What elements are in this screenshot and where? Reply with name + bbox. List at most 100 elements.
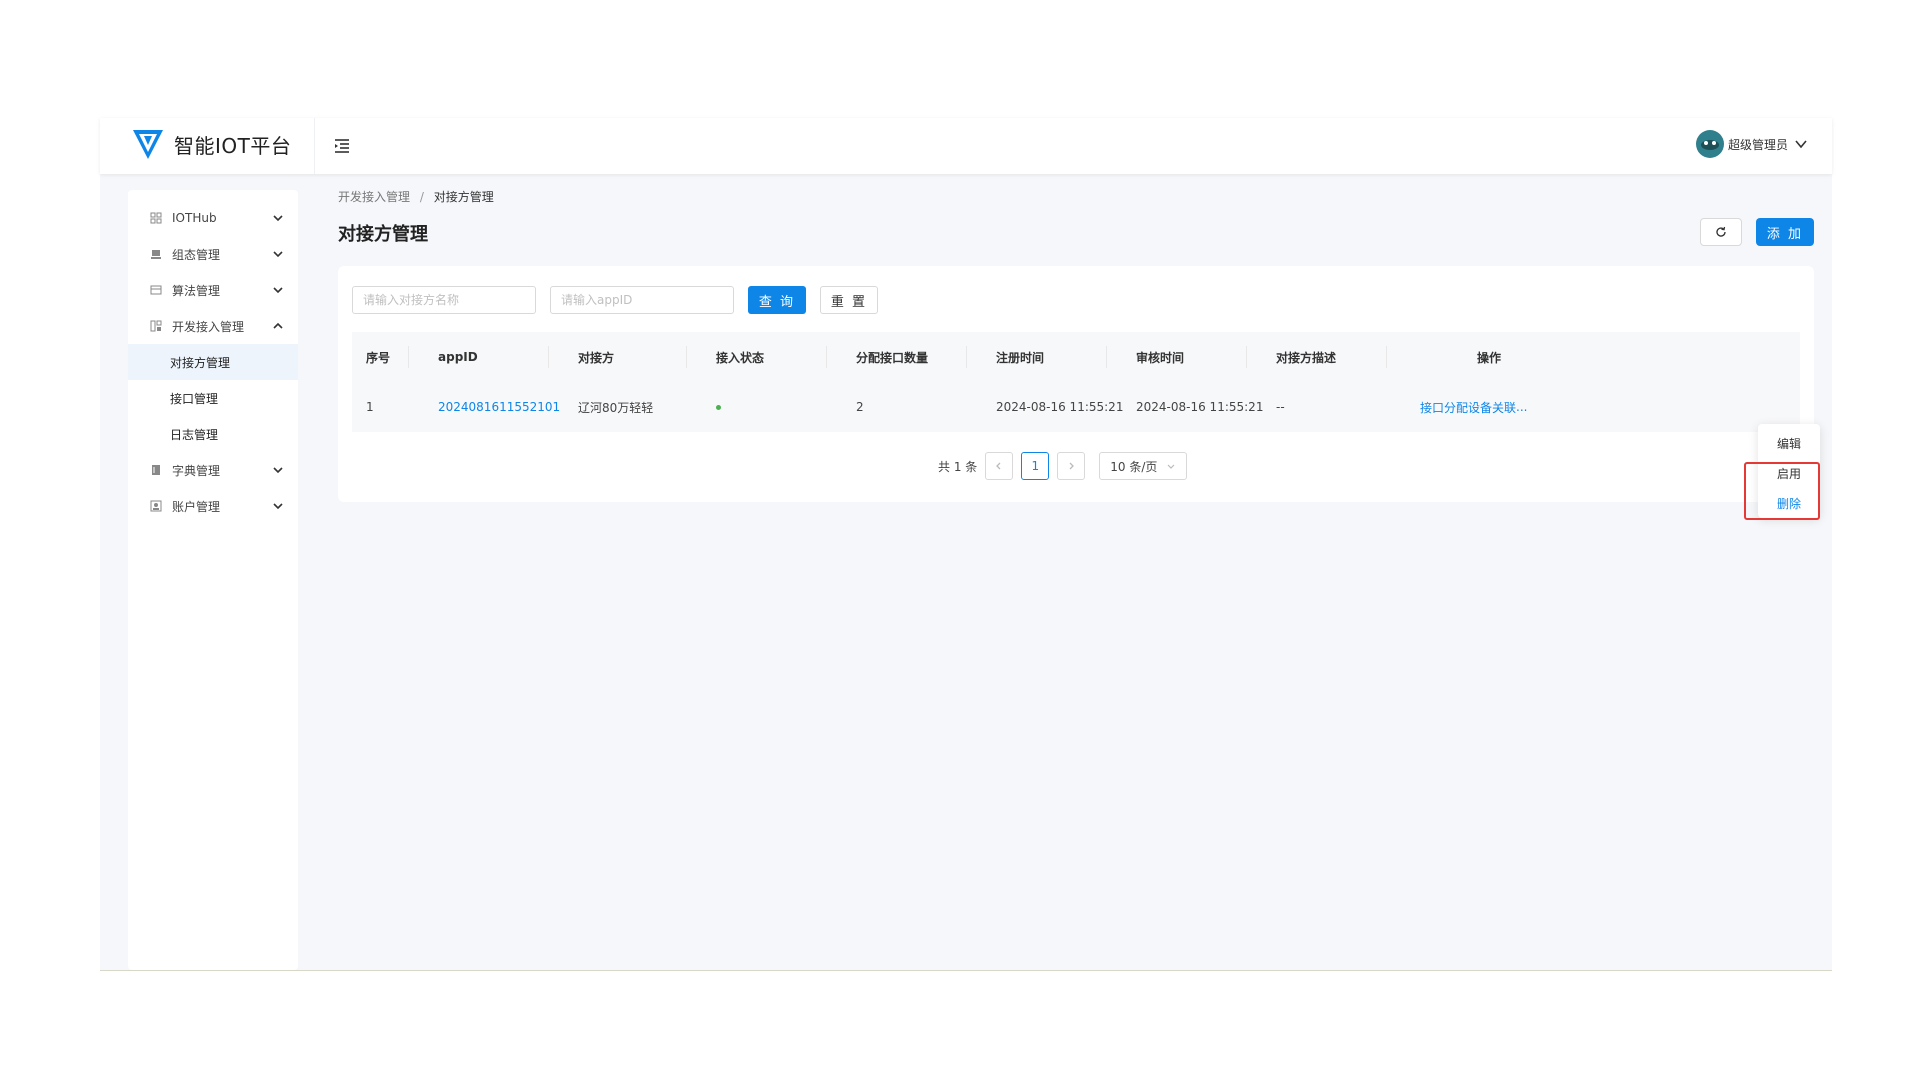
- sidebar-item-account[interactable]: 账户管理: [128, 488, 298, 524]
- sidebar-item-iothub[interactable]: IOTHub: [128, 200, 298, 236]
- delete-menu-item[interactable]: 删除: [1758, 490, 1820, 516]
- column-header: 分配接口数量: [856, 350, 929, 365]
- sidebar-item-label: 字典管理: [172, 463, 221, 478]
- assign-api-link[interactable]: 接口分配: [1420, 382, 1468, 432]
- monitor-icon: [151, 250, 161, 259]
- breadcrumb-parent[interactable]: 开发接入管理: [338, 190, 410, 204]
- user-name[interactable]: 超级管理员: [1728, 136, 1788, 153]
- refresh-button[interactable]: [1700, 218, 1742, 246]
- sidebar-subitem-label: 对接方管理: [170, 355, 231, 370]
- sidebar-subitem-partner[interactable]: 对接方管理: [128, 344, 298, 380]
- sidebar-item-algorithm[interactable]: 算法管理: [128, 272, 298, 308]
- avatar[interactable]: [1695, 130, 1724, 158]
- breadcrumb-separator: /: [419, 190, 424, 204]
- chevron-left-icon: [996, 462, 1001, 470]
- sidebar-item-configuration[interactable]: 组态管理: [128, 236, 298, 272]
- chevron-down-icon: [273, 251, 283, 258]
- sidebar-subitem-log[interactable]: 日志管理: [128, 416, 298, 452]
- pagination-total: 共 1 条: [938, 459, 978, 474]
- column-divider: [1386, 346, 1387, 368]
- chevron-down-icon: [273, 215, 283, 222]
- card-icon: [150, 285, 162, 295]
- column-header: 审核时间: [1136, 350, 1185, 365]
- sidebar-item-label: 组态管理: [172, 247, 221, 262]
- sidebar: IOTHub 组态管理 算法管理 开发接入管理 对接方管理 接口管理 日志管理: [128, 190, 298, 970]
- partner-name-search-input[interactable]: [352, 286, 536, 314]
- reset-button[interactable]: 重 置: [820, 286, 878, 314]
- chevron-down-icon[interactable]: [1794, 137, 1808, 151]
- breadcrumb: 开发接入管理 / 对接方管理: [338, 188, 494, 205]
- sidebar-item-label: 开发接入管理: [172, 319, 245, 334]
- column-header: 注册时间: [996, 350, 1045, 365]
- logo-icon: [133, 130, 163, 159]
- more-actions-dropdown: 编辑 启用 删除: [1758, 424, 1820, 518]
- sidebar-item-dev-access[interactable]: 开发接入管理: [128, 308, 298, 344]
- top-bar: 智能IOT平台 超级管理员: [100, 118, 1832, 174]
- app-title: 智能IOT平台: [174, 133, 292, 158]
- refresh-icon: [1716, 226, 1726, 237]
- cell-appid-link[interactable]: 2024081611552101: [438, 382, 560, 432]
- sidebar-subitem-label: 日志管理: [170, 427, 219, 442]
- cell-api-count: 2: [856, 400, 864, 414]
- enable-menu-item[interactable]: 启用: [1758, 460, 1820, 486]
- column-divider: [1106, 346, 1107, 368]
- column-header: 接入状态: [716, 350, 765, 365]
- column-divider: [1246, 346, 1247, 368]
- appid-search-input[interactable]: [550, 286, 734, 314]
- column-divider: [408, 346, 409, 368]
- cell-description: --: [1276, 400, 1285, 414]
- account-icon: [150, 500, 162, 512]
- prev-page-button[interactable]: [985, 452, 1014, 480]
- device-link-link[interactable]: 设备关联: [1468, 382, 1516, 432]
- sidebar-subitem-label: 接口管理: [170, 391, 219, 406]
- page-size-select[interactable]: 10 条/页: [1099, 452, 1188, 480]
- breadcrumb-current: 对接方管理: [433, 190, 494, 204]
- column-divider: [686, 346, 687, 368]
- grid-icon: [150, 212, 162, 224]
- book-icon: [152, 465, 160, 475]
- cell-status: [716, 382, 721, 432]
- page-size-value: 10 条/页: [1110, 459, 1158, 474]
- column-divider: [826, 346, 827, 368]
- content-card: 查 询 重 置 序号 appID 对接方 接入状态 分配接口数量 注册时间 审核…: [338, 266, 1814, 502]
- next-page-button[interactable]: [1057, 452, 1086, 480]
- divider: [100, 970, 1832, 971]
- chevron-up-icon: [273, 322, 283, 329]
- sidebar-subitem-api[interactable]: 接口管理: [128, 380, 298, 416]
- menu-fold-icon[interactable]: [332, 136, 352, 156]
- chevron-down-icon: [273, 467, 283, 474]
- sidebar-item-label: 账户管理: [172, 499, 221, 514]
- cell-partner: 辽河80万轻轻: [578, 400, 654, 415]
- cell-index: 1: [366, 400, 374, 414]
- column-header: appID: [438, 350, 478, 364]
- column-header: 对接方描述: [1276, 350, 1337, 365]
- table-header: 序号 appID 对接方 接入状态 分配接口数量 注册时间 审核时间 对接方描述…: [352, 332, 1800, 382]
- app-shell: 智能IOT平台 超级管理员 IOTHub 组态管理 算法管理 开发接入管理 对接…: [100, 118, 1832, 970]
- logo: 智能IOT平台: [130, 126, 291, 162]
- cell-register-time: 2024-08-16 11:55:21: [996, 400, 1124, 414]
- page-number-button[interactable]: 1: [1021, 452, 1050, 480]
- edit-menu-item[interactable]: 编辑: [1758, 430, 1820, 456]
- sidebar-item-label: 算法管理: [172, 283, 221, 298]
- column-divider: [966, 346, 967, 368]
- chevron-down-icon: [1167, 464, 1175, 469]
- column-header: 操作: [1477, 350, 1502, 365]
- add-button[interactable]: 添 加: [1756, 218, 1814, 246]
- sidebar-item-dictionary[interactable]: 字典管理: [128, 452, 298, 488]
- divider: [314, 118, 315, 174]
- query-button[interactable]: 查 询: [748, 286, 806, 314]
- cell-review-time: 2024-08-16 11:55:21: [1136, 400, 1264, 414]
- sidebar-item-label: IOTHub: [172, 211, 217, 225]
- column-divider: [548, 346, 549, 368]
- chevron-right-icon: [1069, 462, 1075, 470]
- avatar-face-icon: [1700, 140, 1719, 150]
- dashboard-icon: [150, 320, 162, 332]
- table-row: 1 2024081611552101 辽河80万轻轻 2 2024-08-16 …: [352, 382, 1800, 432]
- status-on-icon: [716, 404, 721, 410]
- page-title: 对接方管理: [338, 224, 428, 245]
- user-menu[interactable]: 超级管理员: [1695, 130, 1808, 158]
- column-header: 对接方: [578, 350, 615, 365]
- more-actions-button[interactable]: ...: [1516, 382, 1527, 432]
- pagination: 共 1 条 1 10 条/页: [938, 452, 1188, 480]
- chevron-down-icon: [273, 287, 283, 294]
